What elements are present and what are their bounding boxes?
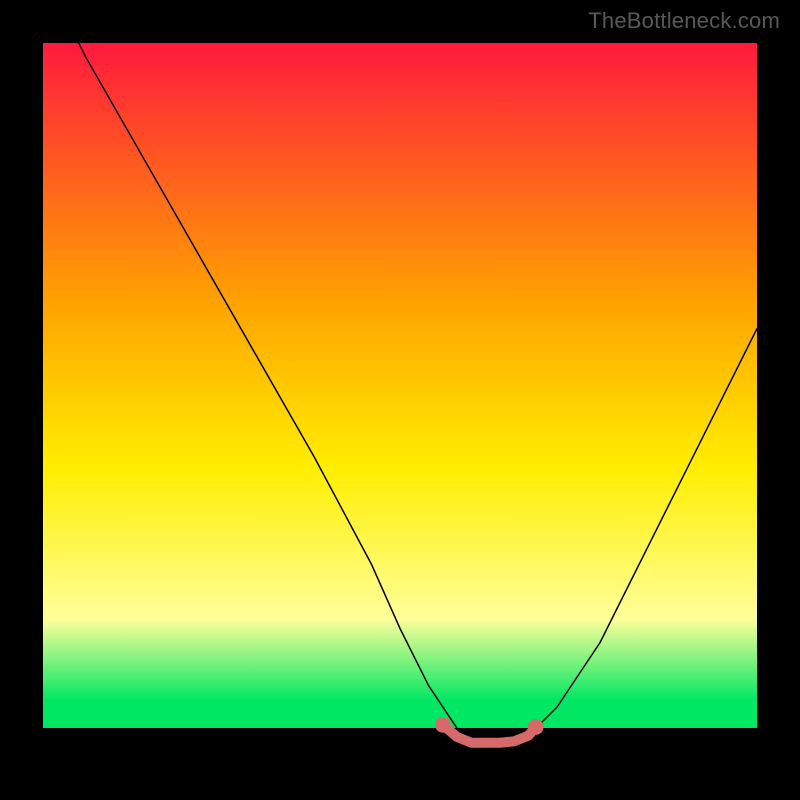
bottleneck-curve	[43, 43, 757, 743]
watermark-text: TheBottleneck.com	[588, 8, 780, 34]
chart-container: TheBottleneck.com	[0, 0, 800, 800]
plot-area	[43, 43, 757, 757]
optimum-start-dot	[435, 717, 451, 733]
chart-svg	[43, 43, 757, 757]
optimum-end-dot	[528, 719, 544, 735]
